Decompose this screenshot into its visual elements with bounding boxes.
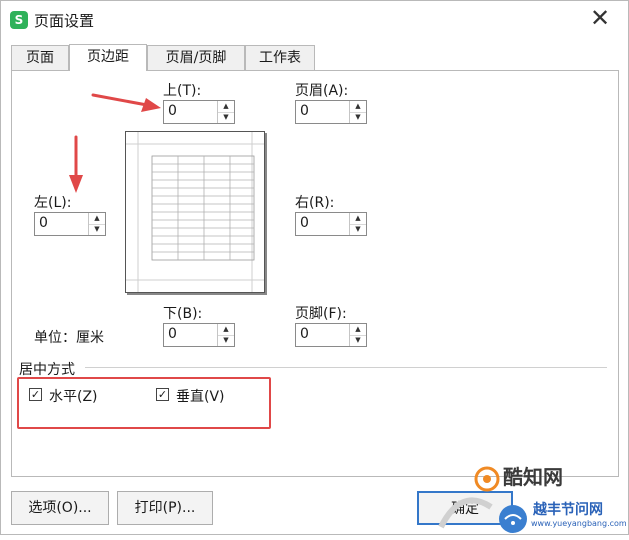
watermark-brand: 酷知网: [503, 465, 563, 489]
options-button[interactable]: 选项(O)...: [11, 491, 109, 525]
arrow-to-top-margin-icon: [91, 93, 161, 112]
print-button[interactable]: 打印(P)...: [117, 491, 213, 525]
watermark-url: www.yueyangbang.com: [531, 519, 627, 528]
watermark-brand-secondary: 越丰节问网: [533, 502, 603, 518]
watermark: 酷知网 越丰节问网 www.yueyangbang.com: [421, 457, 629, 536]
page-setup-dialog: S 页面设置 ✕ 页面 页边距 页眉/页脚 工作表 上(T): 0 ▲ ▼ 页眉…: [0, 0, 629, 535]
annotation-arrows: [69, 93, 161, 193]
tab-margins[interactable]: 页边距: [69, 44, 147, 71]
arrow-to-left-margin-icon: [69, 135, 83, 193]
